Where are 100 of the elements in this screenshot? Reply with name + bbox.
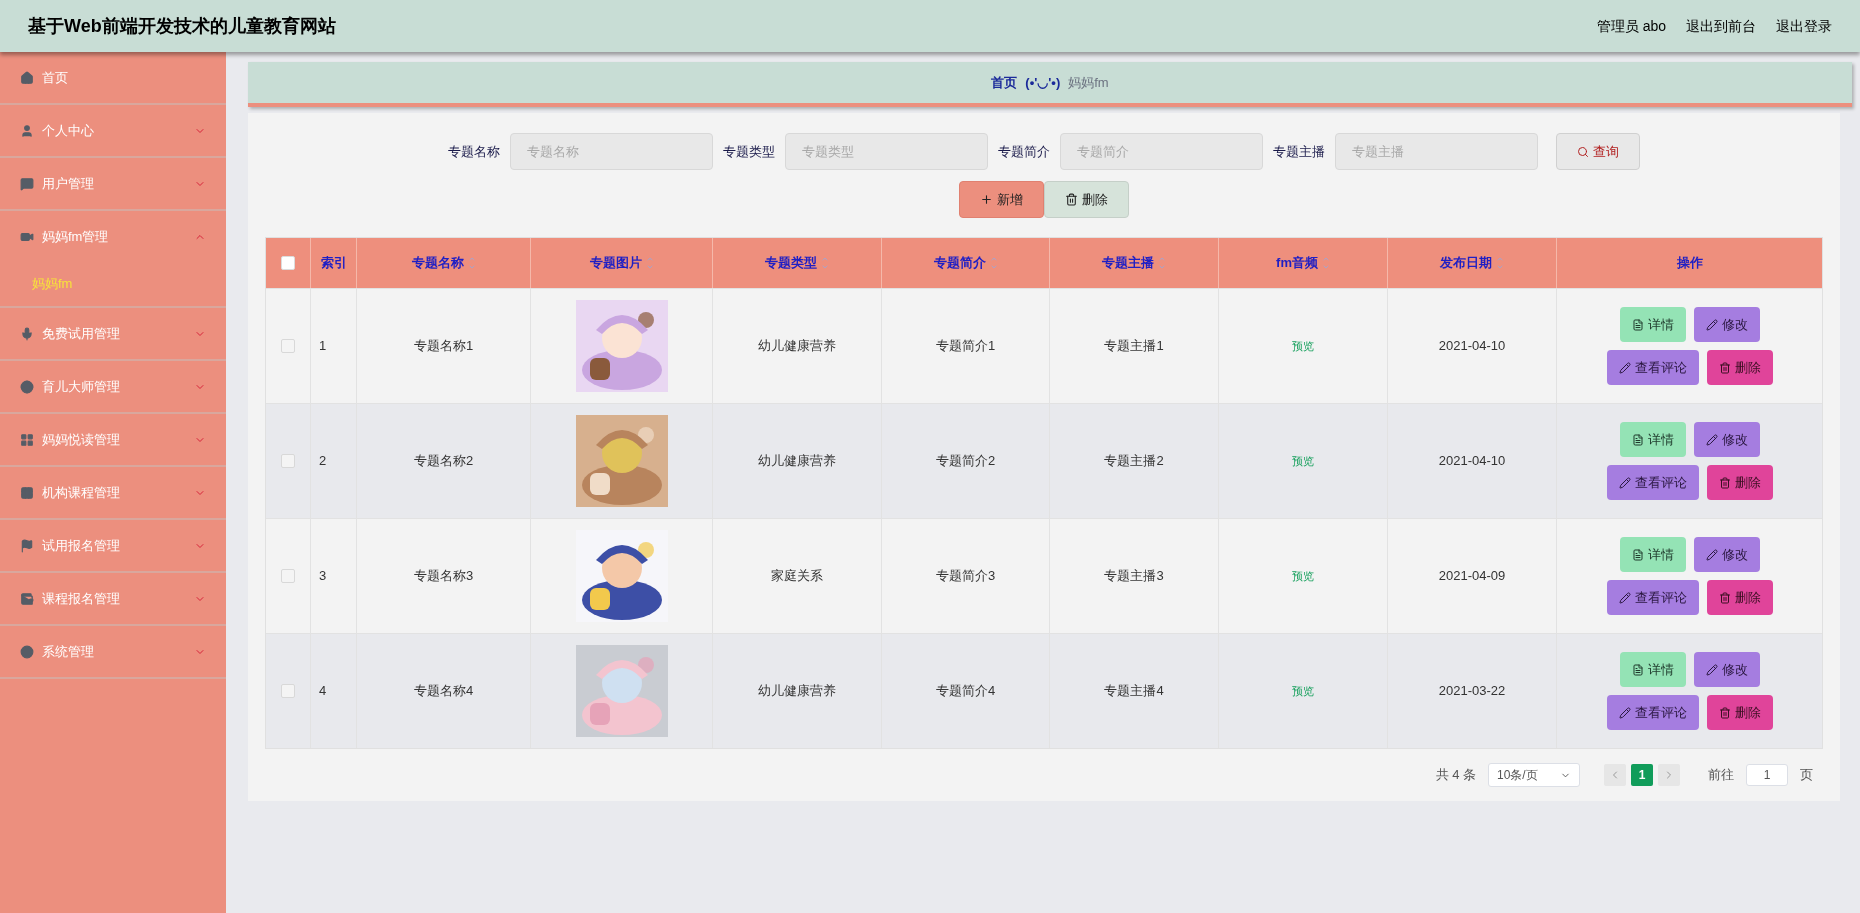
wallet-icon [20,591,34,606]
document-icon [1631,663,1644,676]
pencil-icon [1705,433,1718,446]
delete-button[interactable]: 删除 [1706,350,1773,385]
detail-button[interactable]: 详情 [1619,537,1686,572]
table-cell-text: 2021-04-09 [1438,567,1506,586]
next-page-button[interactable] [1658,764,1680,786]
user-icon [20,123,34,138]
checkbox[interactable] [281,569,295,583]
sidebar-item[interactable]: 免费试用管理 [0,308,226,359]
header-link[interactable]: 退出登录 [1776,15,1832,37]
table-cell-text: 专题主播2 [1104,452,1164,471]
search-field[interactable]: 专题名称 [510,133,713,170]
search-button[interactable]: 查询 [1556,133,1640,170]
flag-icon [20,538,34,553]
sidebar-item[interactable]: 系统管理 [0,626,226,677]
sidebar-item[interactable]: 首页 [0,52,226,103]
pencil-icon [1618,591,1631,604]
edit-button[interactable]: 修改 [1693,652,1760,687]
sidebar-item[interactable]: 课程报名管理 [0,573,226,624]
sort-icon[interactable] [821,255,829,271]
view-comments-button[interactable]: 查看评论 [1606,695,1699,730]
sort-icon[interactable] [645,255,654,271]
goto-label: 前往 [1708,766,1734,785]
table-cell-text: 幼儿健康营养 [758,452,836,471]
table-cell-text: 家庭关系 [771,567,823,586]
sidebar-item[interactable]: 妈妈悦读管理 [0,414,226,465]
table-cell-text: 专题主播3 [1104,567,1164,586]
preview-link[interactable]: 预览 [1292,567,1314,585]
preview-link[interactable]: 预览 [1292,337,1314,355]
detail-button[interactable]: 详情 [1619,307,1686,342]
checkbox[interactable] [281,339,295,353]
sidebar-item[interactable]: 个人中心 [0,105,226,156]
sort-icon[interactable] [989,255,998,271]
checkbox[interactable] [281,684,295,698]
trash-icon [1065,193,1078,206]
pencil-icon [1618,476,1631,489]
search-field[interactable]: 专题主播 [1335,133,1538,170]
checkbox[interactable] [281,256,295,270]
delete-button[interactable]: 删除 [1706,580,1773,615]
goto-suffix: 页 [1800,766,1813,785]
table-cell-text: 2021-03-22 [1438,682,1506,701]
table-cell-text: 幼儿健康营养 [758,337,836,356]
edit-button[interactable]: 修改 [1693,422,1760,457]
sort-icon[interactable] [467,255,476,271]
breadcrumb-home[interactable]: 首页 [991,72,1018,93]
sidebar-item[interactable]: 机构课程管理 [0,467,226,518]
table-cell-text: 2 [319,452,327,471]
preview-link[interactable]: 预览 [1292,452,1314,470]
microphone-icon [20,326,34,341]
view-comments-button[interactable]: 查看评论 [1606,350,1699,385]
delete-button[interactable]: 删除 [1044,181,1129,218]
sort-icon[interactable] [1321,255,1330,271]
chat-icon [20,176,34,191]
edit-button[interactable]: 修改 [1693,537,1760,572]
page-size-select[interactable]: 10条/页 [1488,763,1580,787]
edit-button[interactable]: 修改 [1693,307,1760,342]
detail-button[interactable]: 详情 [1619,652,1686,687]
search-field[interactable]: 专题类型 [785,133,988,170]
plus-icon [980,193,993,206]
detail-button[interactable]: 详情 [1619,422,1686,457]
delete-button[interactable]: 删除 [1706,465,1773,500]
search-field[interactable]: 专题简介 [1060,133,1263,170]
trash-icon [1718,361,1731,374]
table-cell-text: 3 [319,567,327,586]
pencil-icon [1705,663,1718,676]
header-link[interactable]: 退出到前台 [1686,15,1756,37]
sidebar-item[interactable]: 试用报名管理 [0,520,226,571]
sidebar-item[interactable]: 育儿大师管理 [0,361,226,412]
table-cell-text: 专题名称3 [413,567,474,586]
table-cell-text: 1 [319,337,327,356]
previous-page-button[interactable] [1604,764,1626,786]
view-comments-button[interactable]: 查看评论 [1606,465,1699,500]
add-button[interactable]: 新增 [959,181,1044,218]
sidebar-item[interactable]: 用户管理 [0,158,226,209]
pencil-icon [1705,318,1718,331]
pencil-icon [1618,361,1631,374]
field-label: 专题类型 [723,142,775,161]
preview-link[interactable]: 预览 [1292,682,1314,700]
document-icon [1631,548,1644,561]
page-button[interactable]: 1 [1631,764,1653,786]
table-cell-text: 专题名称1 [413,337,474,356]
delete-button[interactable]: 删除 [1706,695,1773,730]
view-comments-button[interactable]: 查看评论 [1606,580,1699,615]
sort-icon[interactable] [1158,255,1166,271]
breadcrumb-current: 妈妈fm [1068,73,1109,92]
sort-icon[interactable] [1496,255,1504,271]
document-icon [1631,433,1644,446]
field-label: 专题名称 [448,142,500,161]
sidebar-item[interactable]: 妈妈fm管理 [0,211,226,262]
trash-icon [1718,476,1731,489]
total-count: 共 4 条 [1435,766,1476,785]
header-link[interactable]: 管理员 abo [1596,15,1666,37]
goto-page-field[interactable]: 1 [1746,764,1788,786]
checkbox[interactable] [281,454,295,468]
trash-icon [1718,706,1731,719]
trash-icon [1718,591,1731,604]
home-icon [20,70,34,85]
table-cell-text: 专题简介2 [935,452,996,471]
table-cell-text: 专题简介3 [935,567,996,586]
